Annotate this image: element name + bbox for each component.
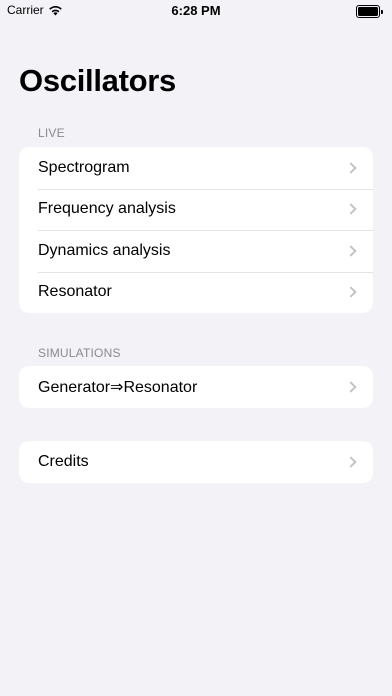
list-item-label: Generator⇒Resonator [38, 378, 198, 396]
list-item-generator-resonator[interactable]: Generator⇒Resonator [19, 366, 373, 408]
chevron-right-icon [345, 456, 357, 468]
list-item-label: Resonator [38, 283, 112, 301]
page-title: Oscillators [19, 63, 176, 98]
list-item-credits[interactable]: Credits [19, 441, 373, 483]
chevron-right-icon [345, 286, 357, 298]
clock: 6:28 PM [171, 3, 221, 18]
list-item-dynamics-analysis[interactable]: Dynamics analysis [19, 230, 373, 272]
chevron-right-icon [345, 381, 357, 393]
list-item-label: Frequency analysis [38, 200, 176, 218]
chevron-right-icon [345, 245, 357, 257]
chevron-right-icon [345, 162, 357, 174]
list-item-frequency-analysis[interactable]: Frequency analysis [19, 188, 373, 231]
list-item-resonator[interactable]: Resonator [19, 271, 373, 314]
list-item-label: Spectrogram [38, 158, 130, 176]
live-group: Spectrogram Frequency analysis Dynamics … [19, 147, 373, 313]
chevron-right-icon [345, 203, 357, 215]
simulations-group: Generator⇒Resonator [19, 366, 373, 408]
list-item-label: Dynamics analysis [38, 241, 171, 259]
list-item-spectrogram[interactable]: Spectrogram [19, 147, 373, 189]
battery-icon [356, 5, 383, 18]
status-bar: Carrier 6:28 PM [0, 0, 392, 22]
section-header-simulations: SIMULATIONS [38, 346, 121, 360]
section-header-live: LIVE [38, 126, 65, 140]
credits-group: Credits [19, 441, 373, 483]
list-item-label: Credits [38, 452, 89, 470]
